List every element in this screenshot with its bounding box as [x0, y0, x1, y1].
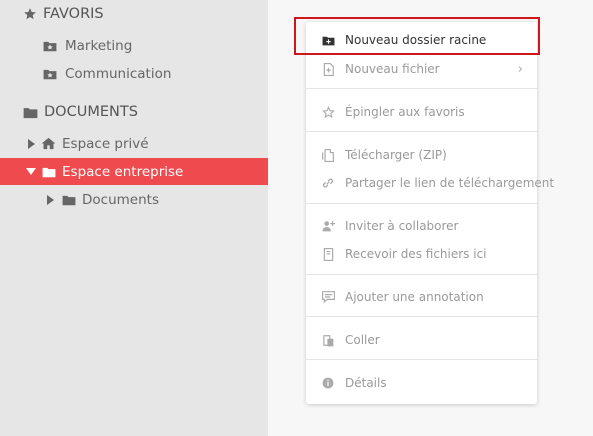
divider: [306, 316, 537, 317]
menu-item-invite-collaborate[interactable]: Inviter à collaborer: [306, 212, 537, 240]
menu-item-download-zip[interactable]: Télécharger (ZIP): [306, 141, 537, 169]
chevron-right-icon: ›: [517, 61, 523, 77]
caret-down-icon[interactable]: [24, 168, 38, 175]
info-icon: [321, 376, 335, 390]
folder-icon: [23, 106, 38, 119]
sidebar-item-label: Espace privé: [62, 135, 149, 152]
folder-star-icon: [43, 40, 57, 52]
sidebar-item-label: Marketing: [65, 37, 133, 54]
star-icon: [23, 7, 37, 21]
home-icon: [41, 137, 56, 150]
menu-item-label: Nouveau fichier: [345, 62, 440, 76]
menu-item-label: Recevoir des fichiers ici: [345, 247, 487, 261]
star-outline-icon: [321, 105, 335, 119]
sidebar-item-label: Documents: [82, 191, 159, 208]
main-area: Nouveau dossier racine Nouveau fichier ›…: [268, 0, 593, 436]
divider: [306, 203, 537, 204]
inbox-icon: [321, 247, 335, 261]
sidebar-item-communication[interactable]: Communication: [0, 60, 268, 87]
folder-icon: [42, 166, 56, 178]
link-icon: [321, 176, 335, 190]
documents-title: DOCUMENTS: [44, 104, 138, 120]
menu-item-receive-files[interactable]: Recevoir des fichiers ici: [306, 240, 537, 268]
folder-star-icon: [43, 68, 57, 80]
paste-icon: [321, 333, 335, 347]
file-plus-icon: [321, 62, 335, 76]
download-icon: [321, 148, 335, 162]
comment-icon: [321, 290, 335, 304]
sidebar-item-espace-prive[interactable]: Espace privé: [0, 130, 268, 157]
documents-header: DOCUMENTS: [23, 104, 138, 120]
menu-item-paste[interactable]: Coller: [306, 326, 537, 354]
sidebar-item-marketing[interactable]: Marketing: [0, 32, 268, 59]
highlight-box: [294, 17, 540, 55]
caret-right-icon[interactable]: [24, 138, 38, 149]
divider: [306, 88, 537, 89]
divider: [306, 274, 537, 275]
caret-right-icon[interactable]: [43, 194, 57, 205]
menu-item-label: Partager le lien de téléchargement: [345, 176, 555, 190]
menu-item-details[interactable]: Détails: [306, 369, 537, 397]
menu-item-label: Ajouter une annotation: [345, 290, 484, 304]
menu-item-label: Télécharger (ZIP): [345, 148, 447, 162]
sidebar: FAVORIS Marketing Communication DOCUMENT…: [0, 0, 268, 436]
sidebar-item-label: Communication: [65, 65, 172, 82]
context-menu: Nouveau dossier racine Nouveau fichier ›…: [306, 22, 554, 404]
menu-item-label: Coller: [345, 333, 380, 347]
menu-item-add-annotation[interactable]: Ajouter une annotation: [306, 283, 537, 311]
favoris-header: FAVORIS: [23, 6, 104, 22]
menu-item-share-link[interactable]: Partager le lien de téléchargement: [306, 169, 554, 197]
user-plus-icon: [321, 219, 335, 233]
sidebar-item-documents[interactable]: Documents: [0, 186, 268, 213]
divider: [306, 131, 537, 132]
menu-item-new-file[interactable]: Nouveau fichier ›: [306, 55, 537, 83]
menu-item-pin-favorites[interactable]: Épingler aux favoris: [306, 98, 537, 126]
folder-icon: [62, 194, 76, 206]
divider: [306, 359, 537, 360]
favoris-title: FAVORIS: [43, 6, 104, 22]
menu-item-label: Inviter à collaborer: [345, 219, 459, 233]
sidebar-item-label: Espace entreprise: [62, 163, 184, 180]
sidebar-item-espace-entreprise[interactable]: Espace entreprise: [0, 158, 268, 185]
menu-item-label: Épingler aux favoris: [345, 105, 465, 119]
menu-item-label: Détails: [345, 376, 387, 390]
